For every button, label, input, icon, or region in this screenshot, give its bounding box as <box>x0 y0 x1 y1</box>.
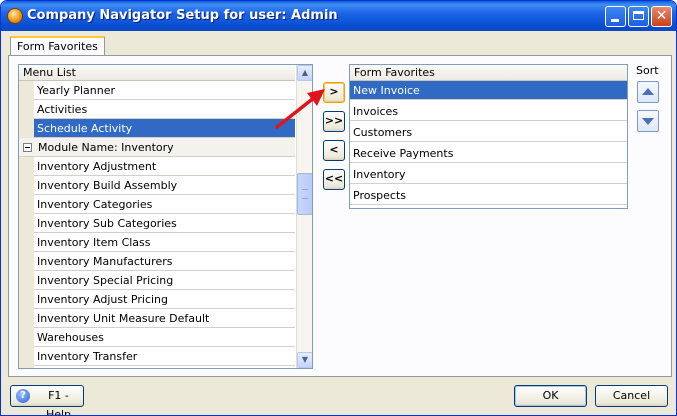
scroll-up-button[interactable]: ▲ <box>297 65 312 81</box>
title-bar[interactable]: Company Navigator Setup for user: Admin … <box>1 1 676 31</box>
minimize-icon <box>611 19 619 22</box>
favorite-item-selected[interactable]: New Invoice <box>350 81 627 100</box>
help-button[interactable]: ? F1 - Help <box>10 385 84 415</box>
list-item[interactable]: Inventory Build Assembly <box>34 176 295 195</box>
menu-list-header: Menu List <box>19 65 295 81</box>
window-title: Company Navigator Setup for user: Admin <box>27 8 338 23</box>
tree-gutter <box>19 81 34 368</box>
favorites-list-header: Form Favorites <box>350 65 627 81</box>
list-item-selected[interactable]: Schedule Activity <box>34 119 295 138</box>
minimize-button[interactable] <box>605 6 626 27</box>
sort-up-button[interactable] <box>637 81 659 103</box>
favorite-item[interactable]: Receive Payments <box>350 144 627 163</box>
dialog-window: Company Navigator Setup for user: Admin … <box>0 0 677 416</box>
list-item[interactable]: Inventory Transfer <box>34 347 295 366</box>
favorite-item[interactable]: Inventory <box>350 165 627 184</box>
module-group-row[interactable]: Module Name: Inventory <box>19 138 295 157</box>
favorites-list[interactable]: Form Favorites New Invoice Invoices Cust… <box>349 64 628 209</box>
list-item[interactable]: Inventory Categories <box>34 195 295 214</box>
arrow-up-icon <box>642 88 654 95</box>
remove-button[interactable]: < <box>323 140 345 161</box>
list-item[interactable]: Inventory Special Pricing <box>34 271 295 290</box>
maximize-button[interactable] <box>628 6 649 27</box>
scroll-thumb[interactable] <box>297 173 312 215</box>
list-item[interactable]: Inventory Unit Measure Default <box>34 309 295 328</box>
list-item[interactable]: Activities <box>34 100 295 119</box>
tab-form-favorites[interactable]: Form Favorites <box>10 36 105 56</box>
collapse-icon[interactable] <box>23 143 32 152</box>
remove-all-button[interactable]: << <box>323 169 345 190</box>
arrow-down-icon <box>642 118 654 125</box>
list-item[interactable]: Inventory Adjust Pricing <box>34 290 295 309</box>
ok-button[interactable]: OK <box>514 385 587 407</box>
list-item[interactable]: Inventory Adjustment <box>34 157 295 176</box>
app-icon[interactable] <box>7 8 23 24</box>
list-item[interactable]: Inventory Manufacturers <box>34 252 295 271</box>
help-icon: ? <box>16 389 30 403</box>
favorite-item[interactable]: Invoices <box>350 102 627 121</box>
annotation-arrow-icon <box>275 89 325 129</box>
close-button[interactable]: ✕ <box>651 6 672 27</box>
close-icon: ✕ <box>655 8 668 24</box>
sort-down-button[interactable] <box>637 110 659 132</box>
module-group-label: Module Name: Inventory <box>38 141 174 154</box>
chevron-up-icon: ▲ <box>301 68 309 77</box>
menu-list[interactable]: Menu List Yearly Planner Activities Sche… <box>18 64 313 369</box>
list-item[interactable]: Warehouses <box>34 328 295 347</box>
list-item[interactable]: Inventory Sub Categories <box>34 214 295 233</box>
help-button-label: F1 - Help <box>45 389 72 416</box>
maximize-icon <box>633 11 644 20</box>
chevron-down-icon: ▼ <box>301 355 309 364</box>
list-item[interactable]: Yearly Planner <box>34 81 295 100</box>
favorite-item[interactable]: Prospects <box>350 186 627 205</box>
favorite-item[interactable]: Customers <box>350 123 627 142</box>
sort-label: Sort <box>636 64 659 77</box>
cancel-button[interactable]: Cancel <box>595 385 668 407</box>
list-item[interactable]: Inventory Item Class <box>34 233 295 252</box>
scroll-down-button[interactable]: ▼ <box>297 352 312 368</box>
